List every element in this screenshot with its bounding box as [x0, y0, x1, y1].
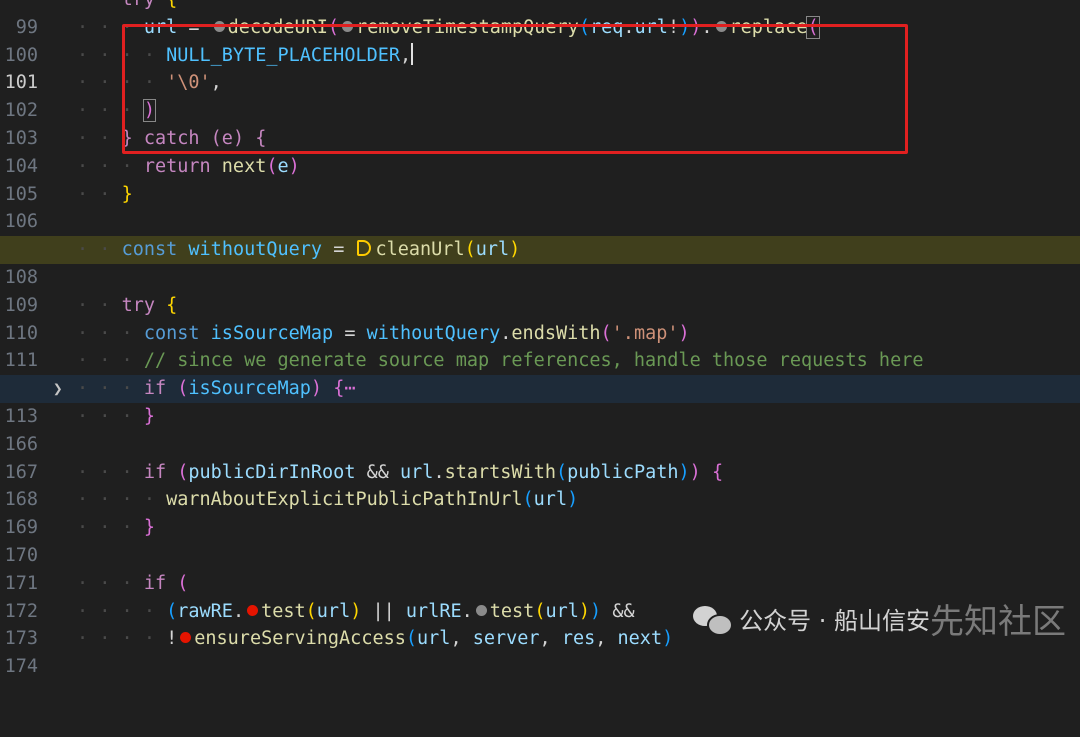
code-line[interactable]: 111 · · · const isSourceMap = withoutQue… [0, 320, 1080, 372]
code-line[interactable]: 110 · · try { [0, 292, 1080, 344]
chevron-right-icon[interactable]: ❯ [53, 375, 63, 403]
code-line[interactable]: 170 · · · } [0, 514, 1080, 566]
code-line[interactable]: 99 · · try { [0, 0, 1080, 38]
code-text: · · const withoutQuery = cleanUrl(url) [77, 239, 521, 261]
line-number: 174 [4, 656, 38, 678]
code-line-folded[interactable]: 113 ❯ · · · if (isSourceMap) {⋯ [0, 375, 1080, 427]
watermark-site: 先知社区 [930, 602, 1066, 642]
breakpoint-dot-icon [247, 604, 259, 616]
watermark: 公众号 · 船山信安 先知社区 [693, 594, 1066, 643]
code-line-highlighted[interactable]: 108 · · const withoutQuery = cleanUrl(ur… [0, 236, 1080, 288]
code-line[interactable]: 105 · · · return next(e) [0, 153, 1080, 205]
code-text: · · } [77, 183, 133, 205]
code-action-icon[interactable] [357, 240, 372, 257]
highlight-annotation-box [122, 24, 908, 154]
code-text: · · · const isSourceMap = withoutQuery.e… [77, 322, 690, 344]
code-text: · · · · warnAboutExplicitPublicPathInUrl… [77, 489, 579, 511]
code-text: · · · } [77, 405, 155, 427]
watermark-account: 公众号 · 船山信安 [739, 607, 930, 635]
code-line[interactable]: 168 · · · if (publicDirInRoot && url.sta… [0, 459, 1080, 511]
code-text: · · · · (rawRE. test(url) || urlRE. test(u… [77, 600, 635, 622]
code-line[interactable]: 112 · · · // since we generate source ma… [0, 347, 1080, 399]
code-text: · · · if (isSourceMap) {⋯ [77, 378, 356, 400]
code-line[interactable]: 166 · · · } [0, 403, 1080, 455]
code-text: · · · · ! ensureServingAccess(url, server… [77, 628, 674, 650]
breakpoint-dot-icon [180, 632, 192, 644]
folded-region-marker[interactable]: {⋯ [333, 378, 355, 399]
code-text: · · try { [77, 294, 178, 316]
code-text: · · try { [77, 0, 177, 14]
code-text: · · · } [77, 517, 155, 539]
code-line[interactable]: 167 [0, 431, 1080, 483]
inlay-hint-dot-icon [475, 604, 487, 616]
code-line[interactable]: 107 [0, 208, 1080, 260]
code-text: · · · // since we generate source map re… [77, 350, 924, 372]
wechat-icon [693, 604, 734, 636]
code-text: · · · if (publicDirInRoot && url.startsW… [77, 461, 724, 483]
code-line[interactable]: 171 [0, 542, 1080, 594]
code-text: · · · return next(e) [77, 155, 300, 177]
code-line[interactable]: 106 · · } [0, 181, 1080, 233]
code-text: · · · if ( [77, 572, 189, 594]
code-line[interactable]: 169 · · · · warnAboutExplicitPublicPathI… [0, 486, 1080, 538]
code-line[interactable]: 109 [0, 264, 1080, 316]
